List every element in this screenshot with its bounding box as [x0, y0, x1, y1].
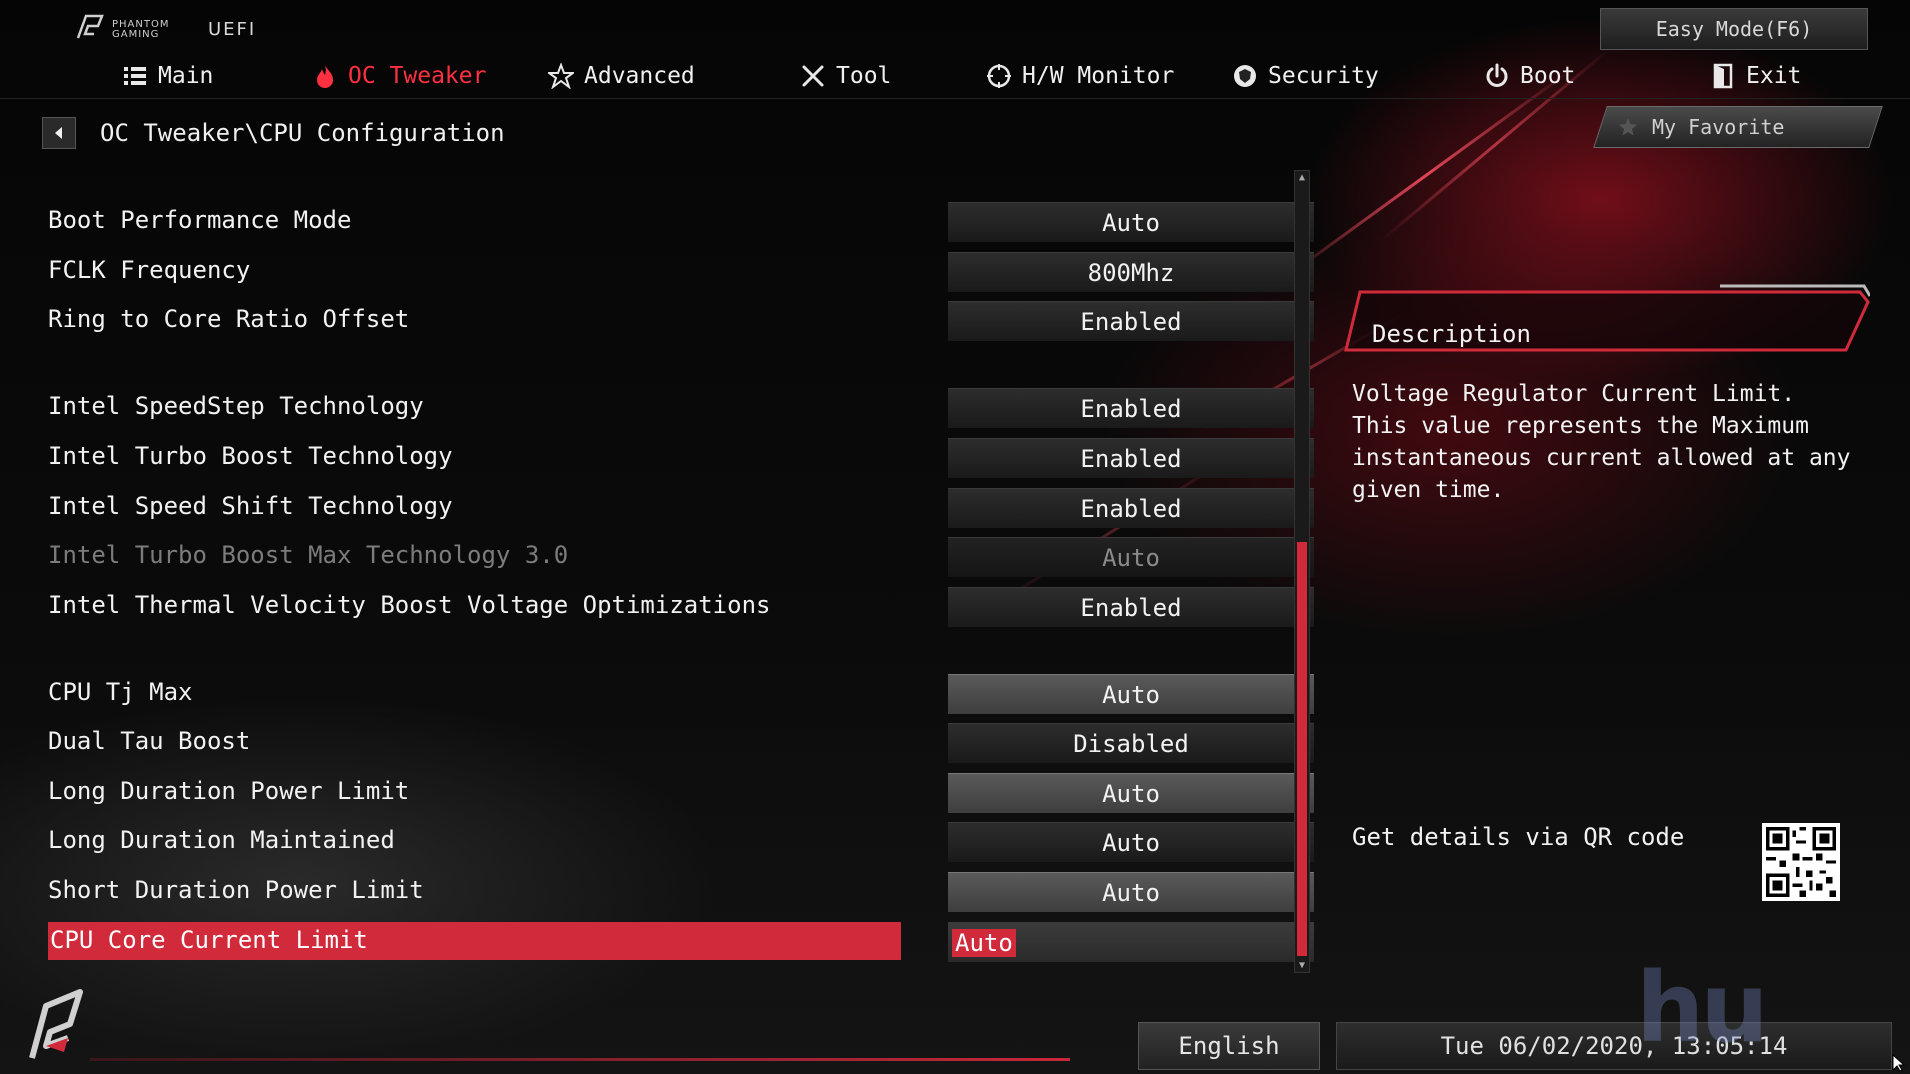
power-icon	[1484, 63, 1510, 89]
setting-row-long-duration-power-limit[interactable]: Long Duration Power Limit Auto	[48, 773, 1314, 813]
setting-label: CPU Tj Max	[48, 678, 193, 706]
shield-icon	[1232, 63, 1258, 89]
tab-tool[interactable]: Tool	[800, 54, 891, 98]
my-favorite-content[interactable]: My Favorite	[1618, 106, 1858, 148]
logo-uefi-text: UEFI	[208, 19, 257, 40]
tab-divider	[0, 98, 1910, 99]
monitor-icon	[986, 63, 1012, 89]
setting-row-intel-turbo-boost-max-3: Intel Turbo Boost Max Technology 3.0 Aut…	[48, 537, 1314, 577]
tab-label: Tool	[836, 63, 892, 89]
setting-value-dropdown[interactable]: Enabled	[948, 488, 1314, 528]
chevron-left-icon	[55, 127, 62, 139]
setting-label: Intel Turbo Boost Technology	[48, 442, 453, 470]
tab-oc-tweaker[interactable]: OC Tweaker	[312, 54, 486, 98]
description-text: Voltage Regulator Current Limit. This va…	[1352, 381, 1851, 503]
my-favorite-label: My Favorite	[1652, 115, 1785, 139]
tab-label: Boot	[1520, 63, 1576, 89]
exit-door-icon	[1710, 63, 1736, 89]
logo-brand-text: PHANTOM GAMING	[112, 19, 170, 40]
bottom-accent-line	[90, 1058, 1070, 1061]
setting-label: Long Duration Power Limit	[48, 777, 410, 805]
setting-row-intel-turbo-boost[interactable]: Intel Turbo Boost Technology Enabled	[48, 438, 1314, 478]
mouse-cursor-icon	[1892, 1053, 1906, 1072]
qr-code-label: Get details via QR code	[1352, 823, 1685, 851]
setting-value-dropdown[interactable]: Enabled	[948, 438, 1314, 478]
setting-label: Intel Speed Shift Technology	[48, 492, 453, 520]
uefi-logo: PHANTOM GAMING UEFI	[74, 14, 256, 40]
tab-label: H/W Monitor	[1022, 63, 1175, 89]
setting-row-long-duration-maintained[interactable]: Long Duration Maintained Auto	[48, 822, 1314, 862]
scroll-up-arrow-icon[interactable]: ▲	[1296, 172, 1308, 184]
back-button[interactable]	[42, 117, 76, 149]
setting-row-boot-performance-mode[interactable]: Boot Performance Mode Auto	[48, 202, 1314, 242]
setting-value-input[interactable]: Auto	[948, 674, 1314, 714]
breadcrumb: OC Tweaker\CPU Configuration	[100, 119, 505, 147]
setting-label: Intel Turbo Boost Max Technology 3.0	[48, 541, 569, 569]
setting-row-dual-tau-boost[interactable]: Dual Tau Boost Disabled	[48, 723, 1314, 763]
setting-label: Intel Thermal Velocity Boost Voltage Opt…	[48, 591, 771, 619]
datetime-display: Tue 06/02/2020, 13:05:14	[1336, 1022, 1892, 1070]
favorite-star-icon	[1619, 118, 1637, 136]
tab-advanced[interactable]: Advanced	[548, 54, 695, 98]
setting-row-ring-to-core-ratio-offset[interactable]: Ring to Core Ratio Offset Enabled	[48, 301, 1314, 341]
tools-icon	[800, 63, 826, 89]
setting-value-input[interactable]: Auto	[948, 922, 1314, 962]
tab-label: Exit	[1746, 63, 1802, 89]
scroll-down-arrow-icon[interactable]: ▼	[1296, 960, 1308, 972]
setting-value-dropdown[interactable]: 800Mhz	[948, 252, 1314, 292]
tab-exit[interactable]: Exit	[1710, 54, 1801, 98]
setting-value-dropdown[interactable]: Disabled	[948, 723, 1314, 763]
setting-label: Short Duration Power Limit	[48, 876, 424, 904]
setting-value-input[interactable]: Auto	[948, 773, 1314, 813]
tab-hw-monitor[interactable]: H/W Monitor	[986, 54, 1174, 98]
setting-row-intel-speedstep[interactable]: Intel SpeedStep Technology Enabled	[48, 388, 1314, 428]
setting-label: CPU Core Current Limit	[50, 926, 368, 954]
setting-label: Dual Tau Boost	[48, 727, 251, 755]
tab-label: Advanced	[584, 63, 695, 89]
setting-value-dropdown[interactable]: Enabled	[948, 587, 1314, 627]
phantom-gaming-logo-icon	[74, 14, 104, 40]
main-tab-bar: Main OC Tweaker Advanced Tool H/W Monito…	[0, 54, 1910, 98]
setting-value-dropdown[interactable]: Enabled	[948, 388, 1314, 428]
setting-value-dropdown: Auto	[948, 537, 1314, 577]
phantom-gaming-emblem-icon	[24, 984, 88, 1064]
setting-label: Ring to Core Ratio Offset	[48, 305, 410, 333]
tab-label: Main	[158, 63, 214, 89]
setting-row-intel-tvb-voltage-optimizations[interactable]: Intel Thermal Velocity Boost Voltage Opt…	[48, 587, 1314, 627]
easy-mode-button[interactable]: Easy Mode(F6)	[1600, 8, 1868, 50]
setting-label: Boot Performance Mode	[48, 206, 352, 234]
list-icon	[122, 63, 148, 89]
setting-value-dropdown[interactable]: Auto	[948, 202, 1314, 242]
setting-value-text: Auto	[952, 928, 1016, 957]
qr-code-icon[interactable]	[1762, 823, 1840, 901]
setting-row-fclk-frequency[interactable]: FCLK Frequency 800Mhz	[48, 252, 1314, 292]
setting-value-dropdown[interactable]: Enabled	[948, 301, 1314, 341]
setting-value-input[interactable]: Auto	[948, 872, 1314, 912]
setting-row-cpu-tj-max[interactable]: CPU Tj Max Auto	[48, 674, 1314, 714]
tab-main[interactable]: Main	[122, 54, 213, 98]
setting-label: Long Duration Maintained	[48, 826, 395, 854]
setting-label: FCLK Frequency	[48, 256, 251, 284]
setting-row-intel-speed-shift[interactable]: Intel Speed Shift Technology Enabled	[48, 488, 1314, 528]
flame-icon	[312, 63, 338, 89]
setting-row-cpu-core-current-limit[interactable]: CPU Core Current Limit Auto	[48, 922, 1314, 962]
star-icon	[548, 63, 574, 89]
tab-label: OC Tweaker	[348, 63, 487, 89]
description-title: Description	[1372, 320, 1531, 348]
tab-security[interactable]: Security	[1232, 54, 1379, 98]
tab-label: Security	[1268, 63, 1379, 89]
setting-value-dropdown[interactable]: Auto	[948, 822, 1314, 862]
language-button[interactable]: English	[1138, 1022, 1320, 1070]
tab-boot[interactable]: Boot	[1484, 54, 1575, 98]
setting-label: Intel SpeedStep Technology	[48, 392, 424, 420]
watermark-logo: hu	[1636, 952, 1769, 1064]
scrollbar-thumb[interactable]	[1297, 542, 1307, 956]
setting-row-short-duration-power-limit[interactable]: Short Duration Power Limit Auto	[48, 872, 1314, 912]
